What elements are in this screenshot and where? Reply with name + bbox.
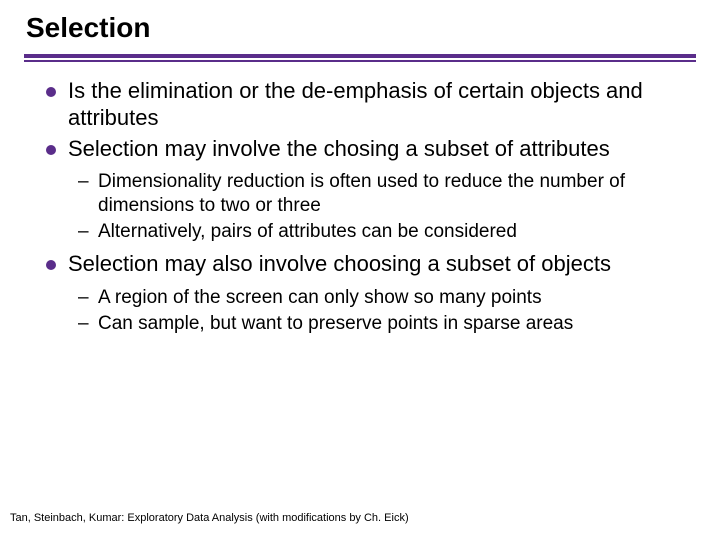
- footer-attribution: Tan, Steinbach, Kumar: Exploratory Data …: [10, 512, 409, 524]
- rule-thick: [24, 54, 696, 58]
- bullet-level-1: Selection may also involve choosing a su…: [46, 251, 686, 278]
- slide-title: Selection: [26, 12, 696, 44]
- bullet-group: Dimensionality reduction is often used t…: [46, 170, 686, 243]
- title-rule: [24, 54, 696, 62]
- rule-thin: [24, 60, 696, 62]
- bullet-level-2: Dimensionality reduction is often used t…: [78, 170, 686, 216]
- bullet-level-1: Is the elimination or the de-emphasis of…: [46, 78, 686, 132]
- slide: Selection Is the elimination or the de-e…: [0, 0, 720, 335]
- bullet-level-2: A region of the screen can only show so …: [78, 286, 686, 309]
- bullet-level-1: Selection may involve the chosing a subs…: [46, 136, 686, 163]
- slide-content: Is the elimination or the de-emphasis of…: [24, 74, 696, 335]
- bullet-level-2: Can sample, but want to preserve points …: [78, 312, 686, 335]
- bullet-level-2: Alternatively, pairs of attributes can b…: [78, 220, 686, 243]
- bullet-group: Is the elimination or the de-emphasis of…: [46, 78, 686, 162]
- bullet-group: Selection may also involve choosing a su…: [46, 251, 686, 278]
- bullet-group: A region of the screen can only show so …: [46, 286, 686, 335]
